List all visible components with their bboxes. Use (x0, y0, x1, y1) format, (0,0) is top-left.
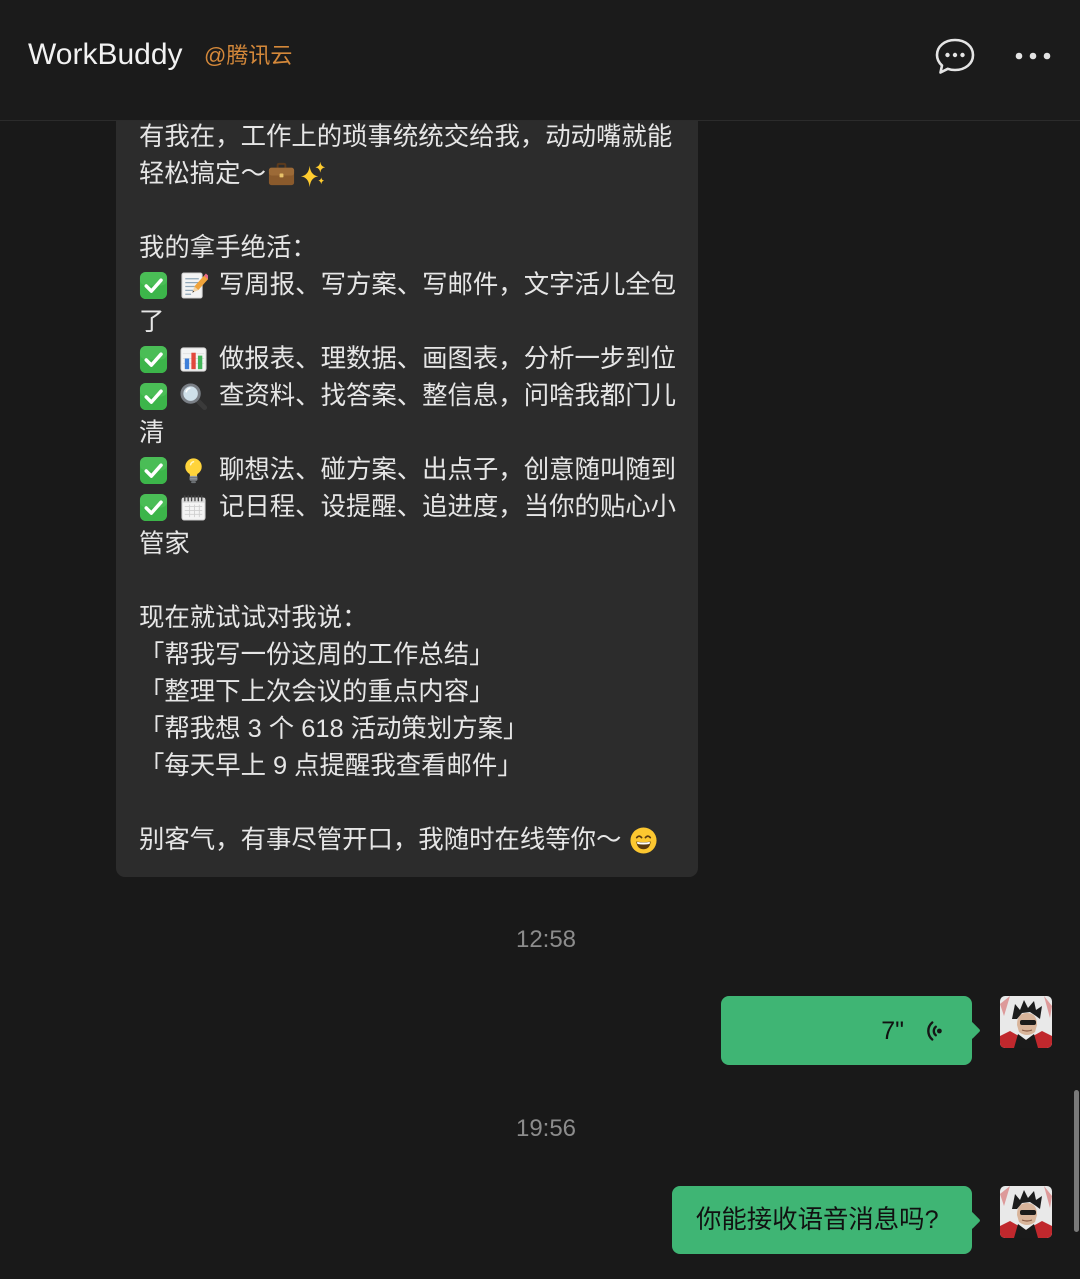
message-text: 「每天早上 9 点提醒我查看邮件」 (139, 752, 523, 780)
message-line (139, 193, 675, 230)
voice-wave-icon (920, 1017, 944, 1045)
message-line: 聊想法、碰方案、出点子，创意随叫随到 (139, 452, 677, 489)
message-line (139, 563, 675, 600)
scrollbar-thumb[interactable] (1074, 1090, 1079, 1232)
message-text: 写周报、写方案、写邮件，文字活儿全包 (219, 271, 677, 299)
check-box-icon (139, 456, 168, 485)
chat-bubble-icon[interactable] (934, 36, 976, 76)
message-line: 「帮我写一份这周的工作总结」 (139, 637, 675, 674)
calendar-icon (179, 493, 208, 522)
briefcase-icon (267, 160, 296, 189)
message-line: 我的拿手绝活： (139, 230, 675, 267)
avatar[interactable] (1000, 1186, 1052, 1238)
grinning-face-icon (629, 826, 658, 855)
message-line: 写周报、写方案、写邮件，文字活儿全包 (139, 267, 677, 304)
bubble-tail (962, 1211, 981, 1230)
text-message-bubble[interactable]: 你能接收语音消息吗? (672, 1186, 981, 1254)
message-line: 「帮我想 3 个 618 活动策划方案」 (139, 711, 675, 748)
timestamp: 12:58 (515, 926, 577, 953)
chat-title: WorkBuddy (28, 38, 183, 71)
message-line: 查资料、找答案、整信息，问啥我都门儿 (139, 378, 677, 415)
message-line: 别客气，有事尽管开口，我随时在线等你～ (139, 822, 675, 859)
message-text: 了 (139, 308, 165, 336)
message-line: 现在就试试对我说： (139, 600, 675, 637)
message-line: 有我在，工作上的琐事统统交给我，动动嘴就能 (139, 121, 675, 156)
light-bulb-icon (179, 456, 208, 485)
voice-message-bubble[interactable]: 7" (721, 996, 981, 1065)
message-text: 轻松搞定～ (139, 160, 266, 188)
message-line: 轻松搞定～ (139, 156, 675, 193)
message-text: 聊想法、碰方案、出点子，创意随叫随到 (219, 456, 677, 484)
sparkles-icon (299, 160, 328, 189)
magnifier-icon (179, 382, 208, 411)
message-text: 做报表、理数据、画图表，分析一步到位 (219, 345, 677, 373)
top-bar: WorkBuddy @腾讯云 (0, 0, 1080, 121)
message-line: 「每天早上 9 点提醒我查看邮件」 (139, 748, 675, 785)
message-line: 了 (139, 304, 675, 341)
account-tag: @腾讯云 (204, 43, 293, 68)
message-line: 做报表、理数据、画图表，分析一步到位 (139, 341, 677, 378)
timestamp: 19:56 (515, 1115, 577, 1142)
message-text: 「帮我写一份这周的工作总结」 (139, 641, 495, 669)
message-text: 有我在，工作上的琐事统统交给我，动动嘴就能 (139, 123, 673, 151)
message-text: 我的拿手绝活： (139, 234, 317, 262)
message-line: 清 (139, 415, 675, 452)
avatar[interactable] (1000, 996, 1052, 1048)
bar-chart-icon (179, 345, 208, 374)
check-box-icon (139, 345, 168, 374)
message-text: 管家 (139, 530, 190, 558)
chat-area: 有我在，工作上的琐事统统交给我，动动嘴就能 轻松搞定～ 我的拿手绝活： 写周报、… (0, 121, 1080, 1279)
message-text: 查资料、找答案、整信息，问啥我都门儿 (219, 382, 677, 410)
message-text: 「帮我想 3 个 618 活动策划方案」 (139, 715, 529, 743)
more-dots-icon[interactable] (1012, 44, 1054, 68)
message-text: 清 (139, 419, 165, 447)
message-line: 记日程、设提醒、追进度，当你的贴心小 (139, 489, 677, 526)
message-line (139, 785, 675, 822)
check-box-icon (139, 271, 168, 300)
voice-duration: 7" (881, 1016, 904, 1045)
message-text: 现在就试试对我说： (139, 604, 368, 632)
check-box-icon (139, 493, 168, 522)
message-line: 「整理下上次会议的重点内容」 (139, 674, 675, 711)
message-text: 你能接收语音消息吗? (696, 1206, 939, 1234)
check-box-icon (139, 382, 168, 411)
memo-icon (179, 271, 208, 300)
message-line: 管家 (139, 526, 675, 563)
bubble-tail (962, 1021, 981, 1040)
received-message-bubble[interactable]: 有我在，工作上的琐事统统交给我，动动嘴就能 轻松搞定～ 我的拿手绝活： 写周报、… (116, 121, 698, 877)
message-text: 别客气，有事尽管开口，我随时在线等你～ (139, 826, 622, 854)
message-text: 「整理下上次会议的重点内容」 (139, 678, 495, 706)
message-text: 记日程、设提醒、追进度，当你的贴心小 (219, 493, 677, 521)
